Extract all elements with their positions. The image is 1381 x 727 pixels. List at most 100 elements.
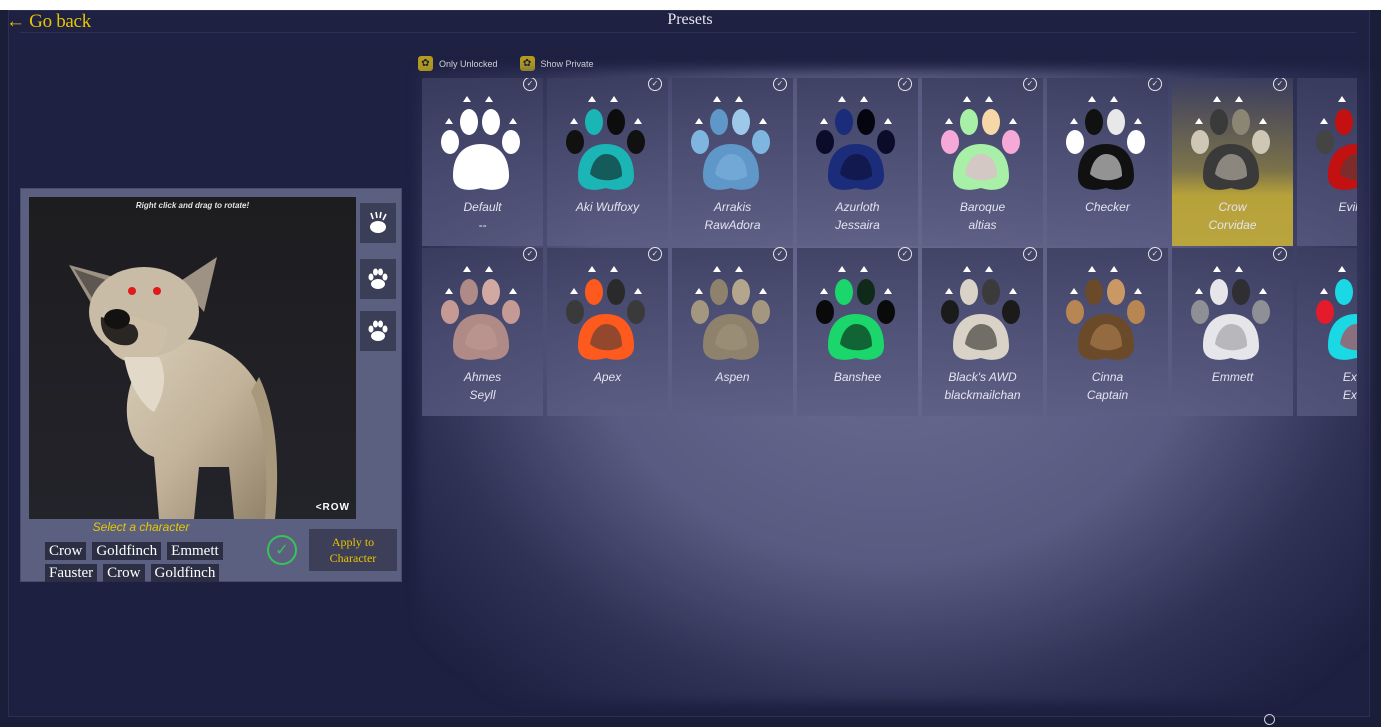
apply-label-line1: Apply to	[331, 535, 375, 549]
preset-name: Default --	[422, 198, 543, 234]
settings-dot-icon[interactable]	[1264, 714, 1275, 725]
owned-check-icon: ✓	[1148, 247, 1162, 261]
paw-preview-icon	[941, 96, 1020, 190]
presets-grid: ✓ Default -- ✓ Aki Wuffoxy ✓ Arrakis Raw…	[422, 78, 1357, 418]
paw-preview-icon	[1191, 266, 1270, 360]
character-button[interactable]: Crow	[103, 564, 145, 582]
pose-button-1[interactable]	[360, 203, 396, 243]
preset-card-exisn[interactable]: ✓ Exisn Exisn	[1297, 248, 1357, 416]
wolf-model-image	[69, 257, 278, 519]
preset-name-line2: RawAdora	[704, 218, 761, 232]
preset-name: Apex	[547, 368, 668, 386]
filter-bar: ✿ Only Unlocked ✿ Show Private	[418, 56, 594, 71]
apply-to-character-button[interactable]: Apply to Character	[309, 529, 397, 571]
preset-name-line1: Baroque	[959, 200, 1006, 214]
preset-name-line1: Aki Wuffoxy	[575, 200, 640, 214]
preset-name: Evil Ho	[1297, 198, 1357, 216]
model-viewport[interactable]: Right click and drag to rotate! <ROW	[29, 197, 356, 519]
preset-name-line1: Checker	[1085, 200, 1130, 214]
apply-label-line2: Character	[329, 551, 377, 565]
preset-card-black-s-awd[interactable]: ✓ Black's AWD blackmailchan	[922, 247, 1043, 416]
character-button[interactable]: Goldfinch	[92, 542, 162, 560]
owned-check-icon: ✓	[523, 247, 537, 261]
paw-preview-icon	[566, 96, 645, 190]
preset-name-line1: Default	[463, 200, 502, 214]
preset-card-apex[interactable]: ✓ Apex	[547, 247, 668, 416]
paw-preview-icon	[816, 266, 895, 360]
preset-card-aki-wuffoxy[interactable]: ✓ Aki Wuffoxy	[547, 78, 668, 246]
character-row-2: Fauster Crow Goldfinch	[45, 564, 220, 582]
preset-name-line1: Banshee	[833, 370, 882, 384]
pose-button-3[interactable]	[360, 311, 396, 351]
filter-only-unlocked[interactable]: ✿ Only Unlocked	[418, 56, 498, 71]
character-row-1: Crow Goldfinch Emmett	[45, 542, 223, 560]
preset-card-default[interactable]: ✓ Default --	[422, 78, 543, 246]
preset-name: Cinna Captain	[1047, 368, 1168, 404]
preset-name-line1: Aspen	[715, 370, 750, 384]
preset-name: Arrakis RawAdora	[672, 198, 793, 234]
preset-card-cinna[interactable]: ✓ Cinna Captain	[1047, 247, 1168, 416]
preset-card-emmett[interactable]: ✓ Emmett	[1172, 247, 1293, 416]
paw-icon: ✿	[418, 56, 433, 71]
preset-card-checker[interactable]: ✓ Checker	[1047, 78, 1168, 246]
character-name-tag: <ROW	[315, 502, 350, 513]
preset-name-line1: Evil Ho	[1338, 200, 1357, 214]
preset-name-line1: Cinna	[1091, 370, 1124, 384]
preset-name-line1: Ahmes	[463, 370, 502, 384]
preset-name: Black's AWD blackmailchan	[922, 368, 1043, 404]
select-character-label: Select a character	[92, 520, 190, 534]
paw-icon: ✿	[519, 56, 535, 71]
preset-card-ahmes[interactable]: ✓ Ahmes Seyll	[422, 247, 543, 416]
owned-check-icon: ✓	[1148, 78, 1162, 91]
preset-card-evil-ho[interactable]: ✓ Evil Ho	[1297, 78, 1357, 246]
filter-show-private[interactable]: ✿ Show Private	[519, 56, 594, 71]
preset-name: Checker	[1047, 198, 1168, 216]
paw-preview-icon	[1066, 266, 1145, 360]
preset-name: Aki Wuffoxy	[547, 198, 668, 216]
preset-name: Crow Corvidae	[1172, 198, 1293, 234]
page-title: Presets	[667, 11, 713, 28]
paw-preview-icon	[1191, 96, 1270, 190]
preset-card-crow[interactable]: ✓ Crow Corvidae	[1172, 78, 1293, 246]
owned-check-icon: ✓	[523, 78, 537, 91]
owned-check-icon: ✓	[1273, 247, 1287, 261]
character-button[interactable]: Fauster	[45, 564, 98, 582]
paw-preview-icon	[816, 96, 895, 190]
character-button[interactable]: Crow	[45, 542, 87, 560]
paw-preview-icon	[691, 96, 770, 190]
preset-name-line1: Black's AWD	[948, 370, 1017, 384]
preset-name: Exisn Exisn	[1297, 368, 1357, 404]
paw-preview-icon	[1316, 96, 1357, 190]
owned-check-icon: ✓	[648, 78, 662, 91]
window-top-strip	[0, 0, 1381, 10]
owned-check-icon: ✓	[1023, 247, 1037, 261]
paw-preview-icon	[691, 266, 770, 360]
character-button[interactable]: Goldfinch	[150, 564, 220, 582]
preset-name-line1: Azurloth	[835, 200, 880, 214]
owned-check-icon: ✓	[773, 78, 787, 91]
preset-name-line2: Captain	[1086, 388, 1129, 402]
preset-card-banshee[interactable]: ✓ Banshee	[797, 247, 918, 416]
paw-preview-icon	[566, 266, 645, 360]
preset-name-line1: Crow	[1218, 200, 1247, 214]
paw-icon	[368, 320, 388, 341]
go-back-button[interactable]: ← Go back	[6, 11, 91, 33]
preset-name: Azurloth Jessaira	[797, 198, 918, 234]
owned-check-icon: ✓	[773, 247, 787, 261]
preset-name-line2: Jessaira	[835, 218, 880, 232]
preset-card-azurloth[interactable]: ✓ Azurloth Jessaira	[797, 78, 918, 246]
preset-name-line1: Emmett	[1211, 370, 1254, 384]
preset-name-line2: altias	[968, 218, 997, 232]
preset-card-baroque[interactable]: ✓ Baroque altias	[922, 78, 1043, 246]
filter-label: Show Private	[540, 58, 594, 69]
preset-name: Baroque altias	[922, 198, 1043, 234]
preset-name: Banshee	[797, 368, 918, 386]
preset-card-arrakis[interactable]: ✓ Arrakis RawAdora	[672, 78, 793, 246]
character-button[interactable]: Emmett	[167, 542, 223, 560]
preset-card-aspen[interactable]: ✓ Aspen	[672, 247, 793, 416]
pose-button-2[interactable]	[360, 259, 396, 299]
owned-check-icon: ✓	[648, 247, 662, 261]
preset-name-line2: Seyll	[469, 388, 496, 402]
confirm-check-icon[interactable]: ✓	[267, 535, 297, 565]
preset-name: Emmett	[1172, 368, 1293, 386]
